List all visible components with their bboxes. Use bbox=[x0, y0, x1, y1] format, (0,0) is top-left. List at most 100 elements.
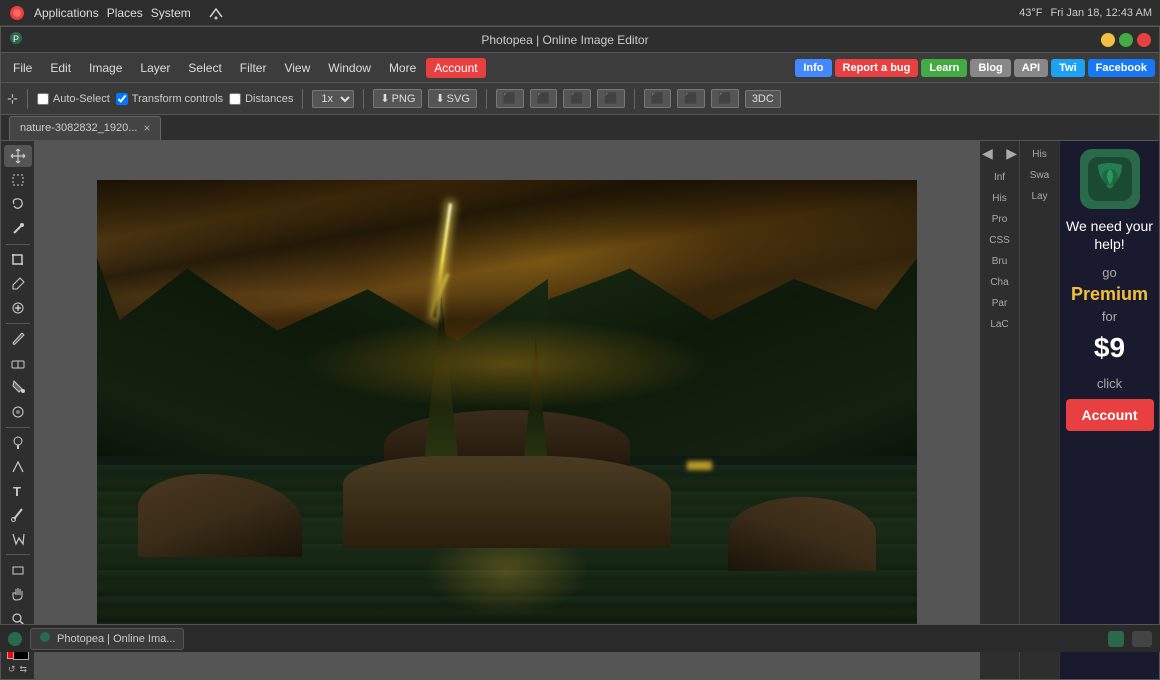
layers-panel-btn[interactable]: Lay bbox=[1022, 187, 1058, 206]
right-panel-col2: His Swa Lay bbox=[1019, 141, 1059, 679]
menu-select[interactable]: Select bbox=[180, 58, 229, 78]
taskbar-app-item[interactable]: Photopea | Online Ima... bbox=[30, 628, 184, 650]
png-export-button[interactable]: ⬇ PNG bbox=[373, 89, 422, 108]
menu-filter[interactable]: Filter bbox=[232, 58, 275, 78]
info-button[interactable]: Info bbox=[795, 59, 831, 77]
select-tool[interactable] bbox=[4, 169, 32, 191]
swatches-panel-btn[interactable]: Swa bbox=[1022, 166, 1058, 185]
system-menu[interactable]: System bbox=[151, 6, 191, 20]
align-mid-button[interactable]: ⬛ bbox=[677, 89, 705, 108]
menu-image[interactable]: Image bbox=[81, 58, 130, 78]
brush-tool[interactable] bbox=[4, 328, 32, 350]
ad-click: click bbox=[1097, 376, 1122, 391]
tab-close-button[interactable]: × bbox=[143, 121, 150, 135]
blur-tool[interactable] bbox=[4, 400, 32, 422]
ad-account-button[interactable]: Account bbox=[1066, 399, 1154, 431]
image-tab[interactable]: nature-3082832_1920... × bbox=[9, 116, 161, 140]
applications-menu[interactable]: Applications bbox=[34, 6, 99, 20]
text-tool[interactable]: T bbox=[4, 480, 32, 502]
taskbar-end-icon[interactable] bbox=[1108, 631, 1124, 647]
distances-label[interactable]: Distances bbox=[229, 93, 293, 105]
toolbar-sep-5 bbox=[634, 89, 635, 109]
main-area: T ↺ bbox=[1, 141, 1159, 679]
distances-checkbox[interactable] bbox=[229, 93, 241, 105]
twitter-button[interactable]: Twi bbox=[1051, 59, 1085, 77]
align-top-button[interactable]: ⬛ bbox=[597, 89, 625, 108]
reset-colors[interactable]: ↺ bbox=[8, 664, 16, 675]
crop-tool[interactable] bbox=[4, 249, 32, 271]
svg-export-button[interactable]: ⬇ SVG bbox=[428, 89, 476, 108]
tab-filename: nature-3082832_1920... bbox=[20, 122, 137, 134]
menu-window[interactable]: Window bbox=[320, 58, 379, 78]
app-icon: P bbox=[9, 31, 23, 48]
menu-file[interactable]: File bbox=[5, 58, 40, 78]
api-button[interactable]: API bbox=[1014, 59, 1048, 77]
properties-panel-btn[interactable]: Pro bbox=[982, 210, 1018, 229]
maximize-button[interactable] bbox=[1119, 33, 1133, 47]
brush-panel-btn[interactable]: Bru bbox=[982, 252, 1018, 271]
move-tool[interactable] bbox=[4, 145, 32, 167]
swap-colors[interactable]: ⇆ bbox=[20, 664, 28, 675]
channels-panel-btn[interactable]: Cha bbox=[982, 273, 1018, 292]
time-display: Fri Jan 18, 12:43 AM bbox=[1051, 7, 1153, 19]
canvas-area[interactable] bbox=[35, 141, 979, 679]
close-button[interactable] bbox=[1137, 33, 1151, 47]
facebook-button[interactable]: Facebook bbox=[1088, 59, 1155, 77]
ad-title: We need your help! bbox=[1064, 217, 1155, 253]
align-right-button[interactable]: ⬛ bbox=[563, 89, 591, 108]
path-select-tool[interactable] bbox=[4, 528, 32, 550]
ad-logo bbox=[1080, 149, 1140, 209]
fill-tool[interactable] bbox=[4, 376, 32, 398]
toolbar-sep-4 bbox=[486, 89, 487, 109]
heal-tool[interactable] bbox=[4, 297, 32, 319]
pen-tool[interactable] bbox=[4, 456, 32, 478]
ad-go: go bbox=[1102, 265, 1116, 280]
css-panel-btn[interactable]: CSS bbox=[982, 231, 1018, 250]
zoom-select[interactable]: 1x bbox=[312, 90, 354, 108]
paragraphs-panel-btn[interactable]: Par bbox=[982, 294, 1018, 313]
auto-select-label[interactable]: Auto-Select bbox=[37, 93, 110, 105]
menu-layer[interactable]: Layer bbox=[132, 58, 178, 78]
ad-panel: We need your help! go Premium for $9 cli… bbox=[1059, 141, 1159, 679]
distribute-button[interactable]: ⬛ bbox=[644, 89, 672, 108]
rectangle-tool[interactable] bbox=[4, 559, 32, 581]
toolbar: ⊹ Auto-Select Transform controls Distanc… bbox=[1, 83, 1159, 115]
window-controls bbox=[1101, 33, 1151, 47]
dodge-tool[interactable] bbox=[4, 431, 32, 453]
transform-controls-checkbox[interactable] bbox=[116, 93, 128, 105]
his2-panel-btn[interactable]: His bbox=[1022, 145, 1058, 164]
align-center-button[interactable]: ⬛ bbox=[530, 89, 558, 108]
menu-view[interactable]: View bbox=[276, 58, 318, 78]
eyedropper2-tool[interactable] bbox=[4, 504, 32, 526]
menu-account[interactable]: Account bbox=[426, 58, 485, 78]
lac-panel-btn[interactable]: LaC bbox=[982, 315, 1018, 334]
menu-more[interactable]: More bbox=[381, 58, 424, 78]
align-left-button[interactable]: ⬛ bbox=[496, 89, 524, 108]
png-label: PNG bbox=[392, 93, 416, 105]
menu-bar: File Edit Image Layer Select Filter View… bbox=[1, 53, 1159, 83]
eyedropper-tool[interactable] bbox=[4, 273, 32, 295]
menu-edit[interactable]: Edit bbox=[42, 58, 79, 78]
report-bug-button[interactable]: Report a bug bbox=[835, 59, 919, 77]
toolbar-sep-1 bbox=[27, 89, 28, 109]
panel-expand-left[interactable]: ◀ bbox=[982, 145, 993, 162]
canvas-wrapper bbox=[97, 180, 917, 640]
transform-controls-label[interactable]: Transform controls bbox=[116, 93, 223, 105]
ad-price: $9 bbox=[1094, 332, 1125, 364]
eraser-tool[interactable] bbox=[4, 352, 32, 374]
3d-button[interactable]: 3DC bbox=[745, 90, 781, 108]
history-panel-btn[interactable]: His bbox=[982, 189, 1018, 208]
wand-tool[interactable] bbox=[4, 218, 32, 240]
hand-tool[interactable] bbox=[4, 583, 32, 605]
learn-button[interactable]: Learn bbox=[921, 59, 967, 77]
auto-select-text: Auto-Select bbox=[53, 93, 110, 105]
blog-button[interactable]: Blog bbox=[970, 59, 1010, 77]
panel-expand-right[interactable]: ▶ bbox=[1006, 145, 1017, 162]
svg-text:P: P bbox=[13, 34, 19, 44]
info-panel-btn[interactable]: Inf bbox=[982, 168, 1018, 187]
align-bot-button[interactable]: ⬛ bbox=[711, 89, 739, 108]
minimize-button[interactable] bbox=[1101, 33, 1115, 47]
lasso-tool[interactable] bbox=[4, 193, 32, 215]
places-menu[interactable]: Places bbox=[107, 6, 143, 20]
auto-select-checkbox[interactable] bbox=[37, 93, 49, 105]
